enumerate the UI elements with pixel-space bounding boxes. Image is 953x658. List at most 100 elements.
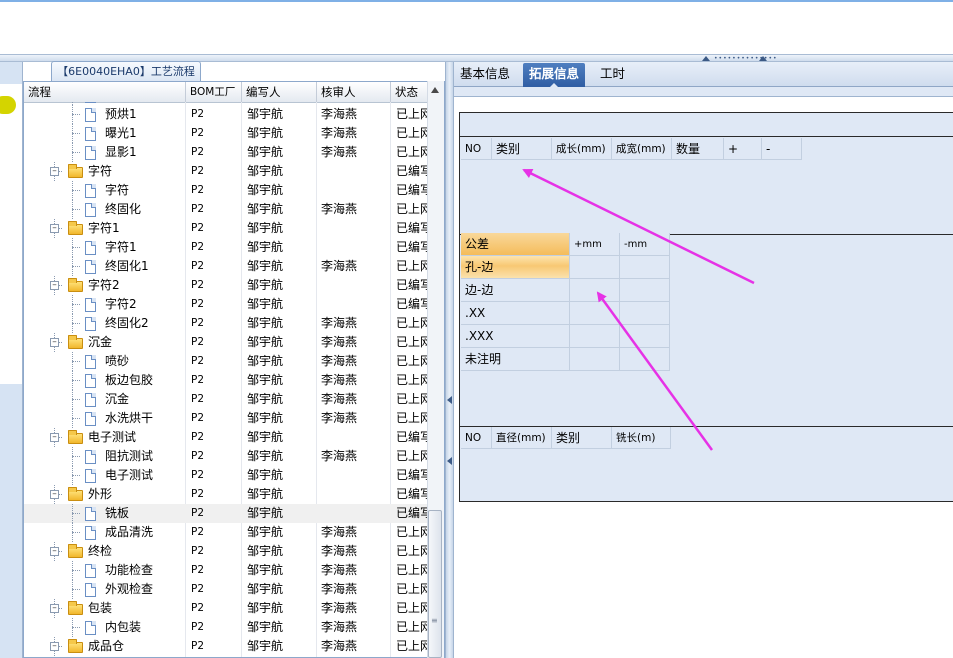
tree-step-row[interactable]: 阻抗测试 P2 邹宇航 李海燕 已上网: [24, 447, 429, 466]
tolerance-row-label[interactable]: .XXX: [461, 325, 570, 348]
tree-node-label[interactable]: 曝光1: [105, 124, 137, 143]
tree-node-label[interactable]: 终固化2: [105, 314, 149, 333]
size-col-minus[interactable]: -: [762, 138, 802, 160]
tolerance-minus-input[interactable]: [620, 256, 670, 279]
tolerance-row-label[interactable]: .XX: [461, 302, 570, 325]
drill-col-diameter[interactable]: 直径(mm): [492, 427, 552, 449]
tolerance-col-minus-mm[interactable]: -mm: [620, 233, 670, 256]
tree-folder-row[interactable]: – 字符 P2 邹宇航 已编写: [24, 162, 429, 181]
process-tree-tab[interactable]: 【6E0040EHA0】工艺流程: [51, 61, 201, 81]
collapse-toggle-icon[interactable]: –: [50, 547, 59, 556]
tree-node-label[interactable]: 字符: [88, 162, 112, 181]
vertical-splitter[interactable]: [445, 62, 454, 658]
column-header-bom-factory[interactable]: BOM工厂: [186, 82, 242, 102]
tree-node-label[interactable]: 外观检查: [105, 580, 153, 599]
size-col-plus[interactable]: +: [724, 138, 762, 160]
tree-folder-row[interactable]: – 电子测试 P2 邹宇航 已编写: [24, 428, 429, 447]
size-col-width[interactable]: 成宽(mm): [612, 138, 672, 160]
tolerance-minus-input[interactable]: [620, 279, 670, 302]
tree-node-label[interactable]: 内包装: [105, 618, 141, 637]
tree-folder-row[interactable]: – 外形 P2 邹宇航 已编写: [24, 485, 429, 504]
tolerance-row-label[interactable]: 孔-边: [461, 256, 570, 279]
tree-node-label[interactable]: 字符1: [88, 219, 120, 238]
tree-step-row[interactable]: 显影1 P2 邹宇航 李海燕 已上网: [24, 143, 429, 162]
collapse-toggle-icon[interactable]: –: [50, 281, 59, 290]
tree-folder-row[interactable]: – 成品仓 P2 邹宇航 李海燕 已上网: [24, 637, 429, 656]
drill-col-no[interactable]: NO: [461, 427, 492, 449]
column-header-author[interactable]: 编写人: [242, 82, 317, 102]
tree-node-label[interactable]: 电子测试: [88, 428, 136, 447]
tree-node-label[interactable]: 字符1: [105, 238, 137, 257]
tree-step-row[interactable]: 外观检查 P2 邹宇航 李海燕 已上网: [24, 580, 429, 599]
tree-step-row[interactable]: 终固化1 P2 邹宇航 李海燕 已上网: [24, 257, 429, 276]
collapse-toggle-icon[interactable]: –: [50, 604, 59, 613]
tree-step-row[interactable]: 成品清洗 P2 邹宇航 李海燕 已上网: [24, 523, 429, 542]
tree-node-label[interactable]: 终检: [88, 542, 112, 561]
tolerance-minus-input[interactable]: [620, 325, 670, 348]
collapse-toggle-icon[interactable]: –: [50, 224, 59, 233]
tree-node-label[interactable]: 外形: [88, 485, 112, 504]
tree-node-label[interactable]: 喷砂: [105, 352, 129, 371]
tree-step-row[interactable]: 曝光1 P2 邹宇航 李海燕 已上网: [24, 124, 429, 143]
tree-node-label[interactable]: 沉金: [88, 333, 112, 352]
splitter-grip-icon[interactable]: ••••••••••••••: [714, 56, 778, 62]
tree-step-row[interactable]: 字符2 P2 邹宇航 已编写: [24, 295, 429, 314]
tolerance-plus-input[interactable]: [570, 325, 620, 348]
size-col-length[interactable]: 成长(mm): [552, 138, 612, 160]
collapse-toggle-icon[interactable]: –: [50, 642, 59, 651]
tree-node-label[interactable]: 水洗烘干: [105, 409, 153, 428]
tree-node-label[interactable]: 铣板: [105, 504, 129, 523]
tab-work-hours[interactable]: 工时: [594, 63, 631, 87]
tree-node-label[interactable]: 字符: [105, 181, 129, 200]
tree-folder-row[interactable]: – 字符1 P2 邹宇航 已编写: [24, 219, 429, 238]
tree-node-label[interactable]: 沉金: [105, 390, 129, 409]
collapse-toggle-icon[interactable]: –: [50, 490, 59, 499]
tree-step-row[interactable]: 终固化 P2 邹宇航 李海燕 已上网: [24, 200, 429, 219]
column-header-flow[interactable]: 流程: [24, 82, 186, 102]
scrollbar-thumb[interactable]: [428, 510, 442, 658]
tree-node-label[interactable]: 阻抗测试: [105, 447, 153, 466]
scroll-up-arrow-icon[interactable]: [427, 84, 444, 98]
tolerance-row-label[interactable]: 边-边: [461, 279, 570, 302]
tolerance-col-plus-mm[interactable]: +mm: [570, 233, 620, 256]
tree-node-label[interactable]: 板边包胶: [105, 371, 153, 390]
column-header-status[interactable]: 状态: [391, 82, 429, 102]
tree-node-label[interactable]: 包装: [88, 599, 112, 618]
tree-node-label[interactable]: 成品仓: [88, 637, 124, 656]
tree-step-row[interactable]: 预烘1 P2 邹宇航 李海燕 已上网: [24, 105, 429, 124]
tolerance-col-name[interactable]: 公差: [461, 233, 570, 256]
tree-step-row[interactable]: 铣板 P2 邹宇航 已编写: [24, 504, 429, 523]
collapse-toggle-icon[interactable]: –: [50, 338, 59, 347]
tree-step-row[interactable]: 字符 P2 邹宇航 已编写: [24, 181, 429, 200]
drill-col-category[interactable]: 类别: [552, 427, 612, 449]
splitter-left-arrow-icon[interactable]: [447, 396, 452, 404]
tab-extended-info[interactable]: 拓展信息: [523, 63, 586, 88]
splitter-left-arrow-icon[interactable]: [447, 457, 452, 465]
tolerance-plus-input[interactable]: [570, 256, 620, 279]
tree-step-row[interactable]: 水洗烘干 P2 邹宇航 李海燕 已上网: [24, 409, 429, 428]
size-col-quantity[interactable]: 数量: [672, 138, 724, 160]
size-col-category[interactable]: 类别: [492, 138, 552, 160]
tree-step-row[interactable]: 板边包胶 P2 邹宇航 李海燕 已上网: [24, 371, 429, 390]
tree-folder-row[interactable]: – 包装 P2 邹宇航 李海燕 已上网: [24, 599, 429, 618]
tree-node-label[interactable]: 终固化: [105, 200, 141, 219]
tree-node-label[interactable]: 字符2: [88, 276, 120, 295]
tree-folder-row[interactable]: – 终检 P2 邹宇航 李海燕 已上网: [24, 542, 429, 561]
tree-node-label[interactable]: 终固化1: [105, 257, 149, 276]
tolerance-plus-input[interactable]: [570, 302, 620, 325]
tree-step-row[interactable]: 喷砂 P2 邹宇航 李海燕 已上网: [24, 352, 429, 371]
tree-node-label[interactable]: 字符2: [105, 295, 137, 314]
tree-step-row[interactable]: 沉金 P2 邹宇航 李海燕 已上网: [24, 390, 429, 409]
tree-node-label[interactable]: 显影1: [105, 143, 137, 162]
collapse-toggle-icon[interactable]: –: [50, 167, 59, 176]
tolerance-row-label[interactable]: 未注明: [461, 348, 570, 371]
splitter-up-arrow-icon[interactable]: [759, 56, 767, 61]
tree-node-label[interactable]: 成品清洗: [105, 523, 153, 542]
tab-basic-info[interactable]: 基本信息: [454, 63, 516, 87]
tree-step-row[interactable]: 功能检查 P2 邹宇航 李海燕 已上网: [24, 561, 429, 580]
tolerance-plus-input[interactable]: [570, 279, 620, 302]
tree-step-row[interactable]: 终固化2 P2 邹宇航 李海燕 已上网: [24, 314, 429, 333]
splitter-up-arrow-icon[interactable]: [702, 56, 710, 61]
tolerance-plus-input[interactable]: [570, 348, 620, 371]
tree-step-row[interactable]: 字符1 P2 邹宇航 已编写: [24, 238, 429, 257]
